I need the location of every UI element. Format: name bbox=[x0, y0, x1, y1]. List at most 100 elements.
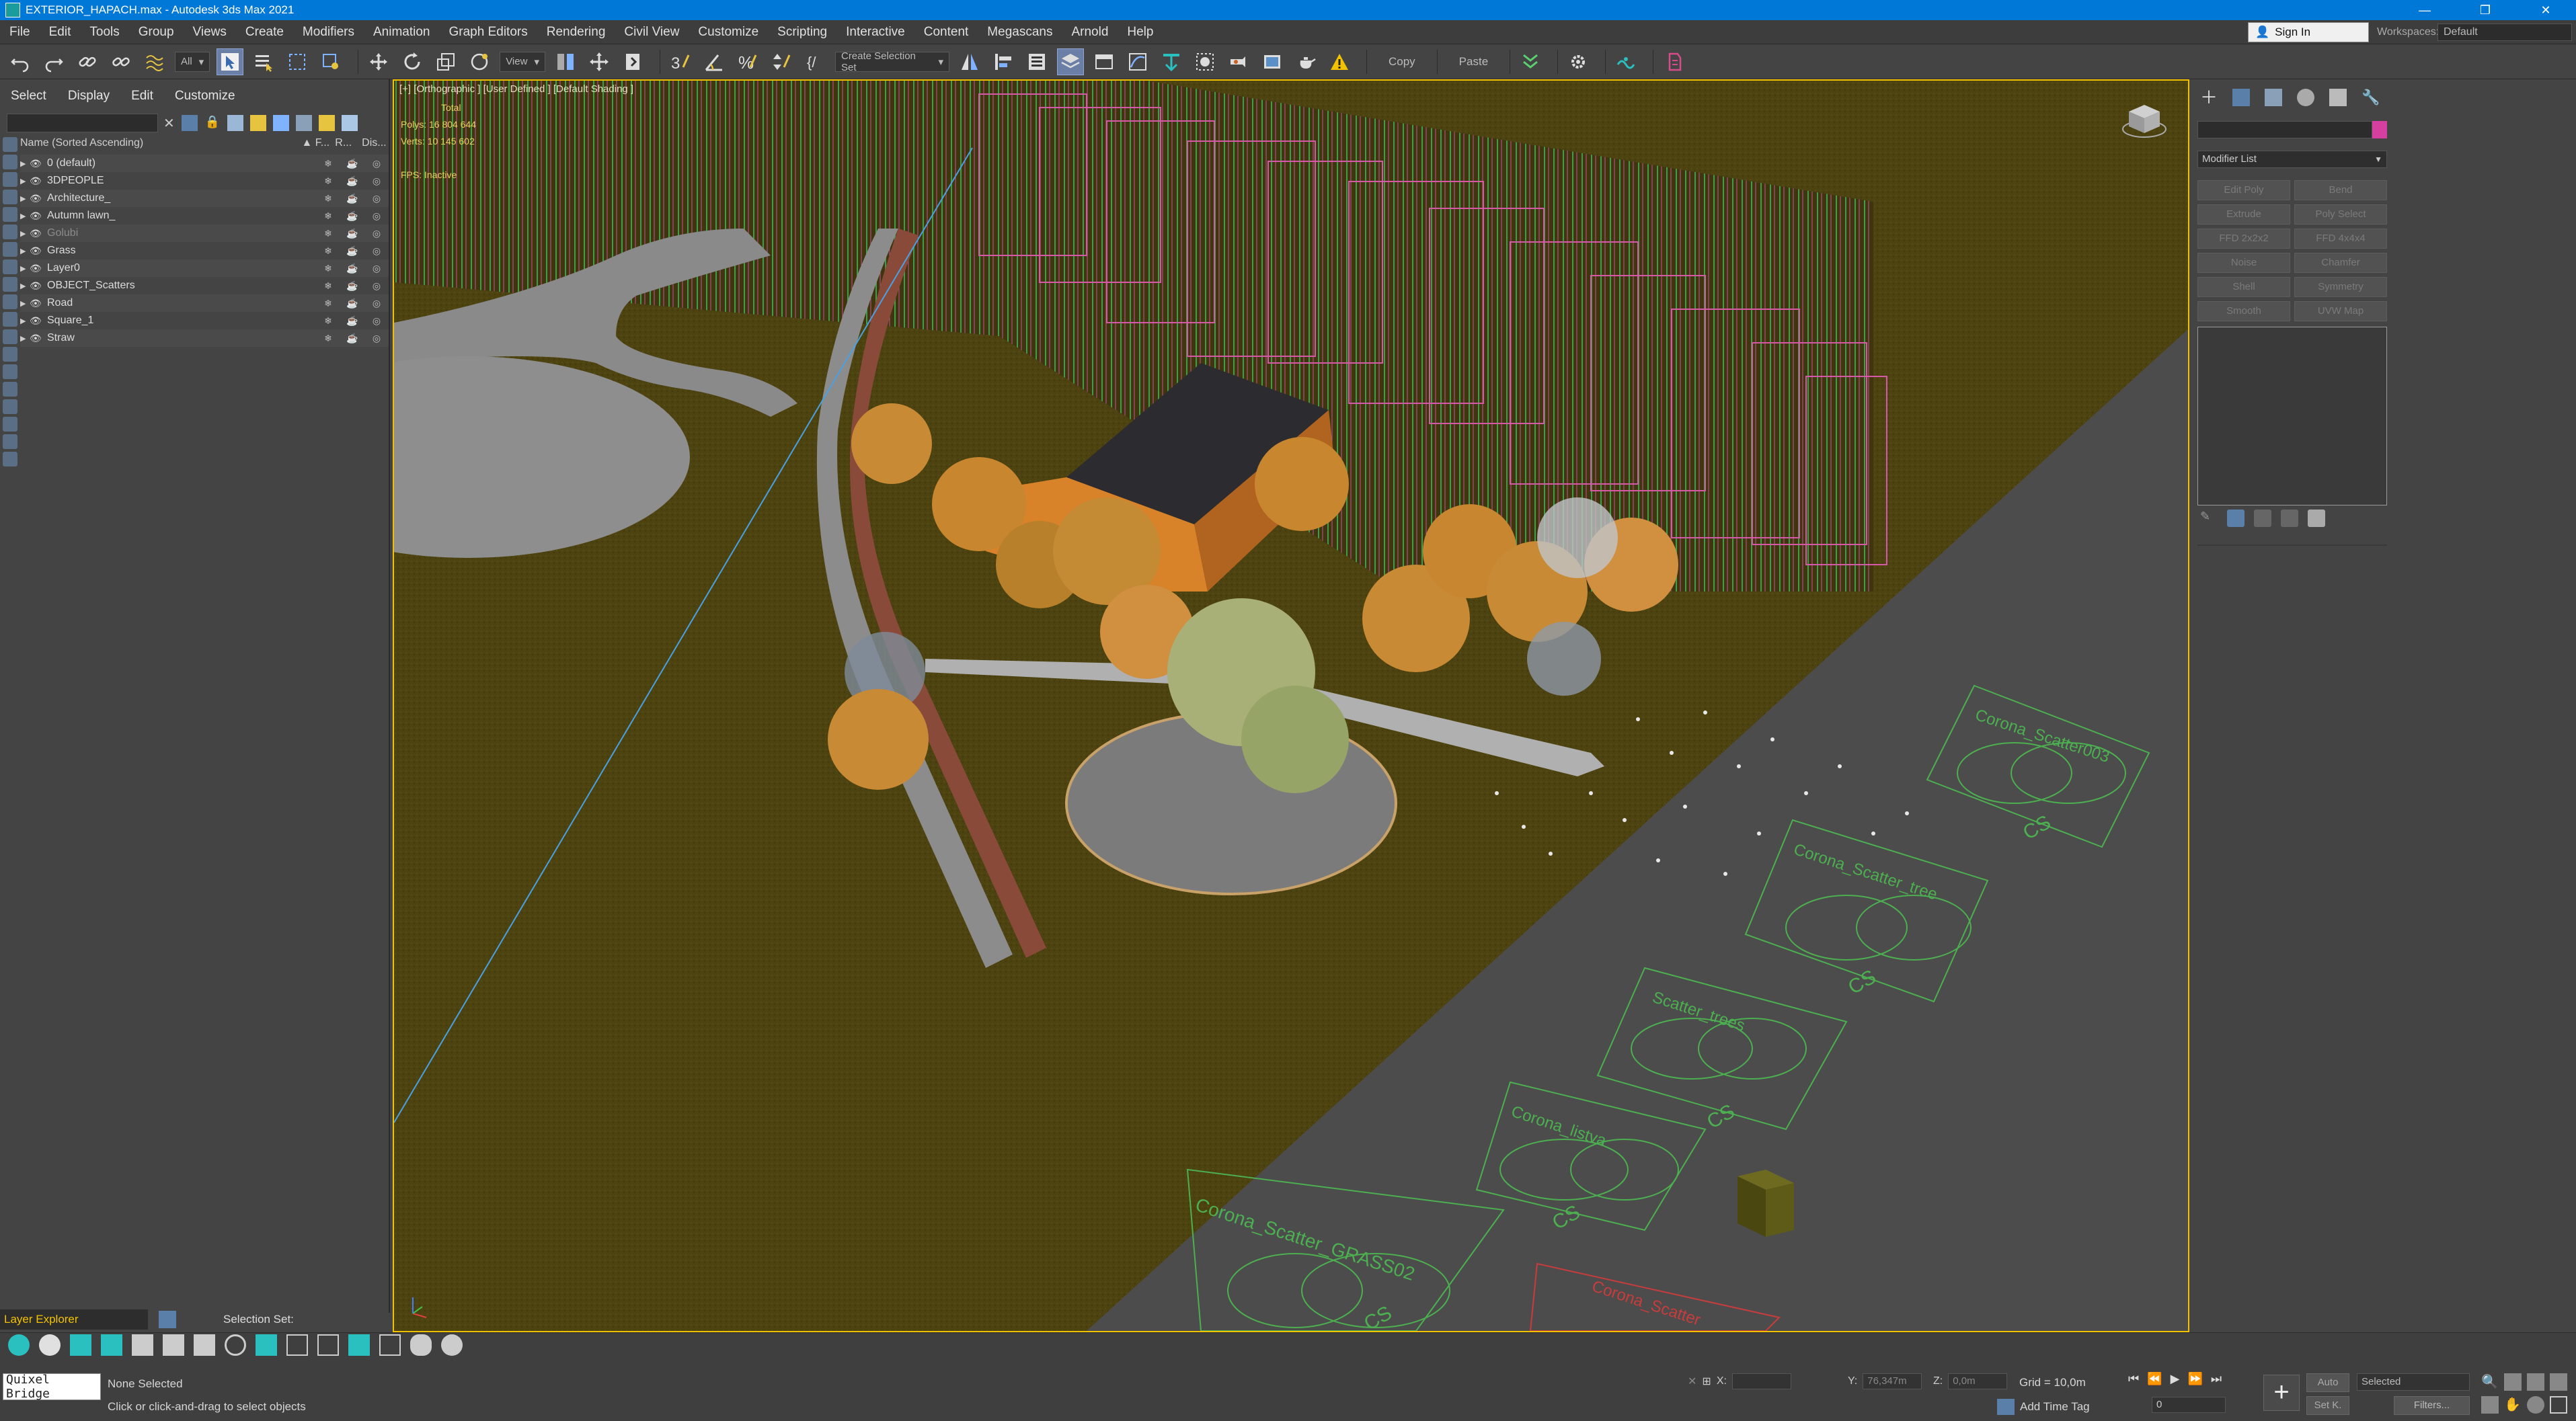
isolate-icon[interactable]: ✕ bbox=[1688, 1375, 1696, 1388]
modifier-button[interactable]: Noise bbox=[2197, 253, 2290, 273]
display-shapes-icon[interactable] bbox=[3, 155, 17, 169]
display-tab-icon[interactable] bbox=[2329, 89, 2347, 106]
render-toggle-icon[interactable]: ☕ bbox=[340, 280, 364, 292]
paste-button[interactable]: Paste bbox=[1444, 55, 1503, 69]
object-name-field[interactable] bbox=[2197, 121, 2372, 138]
frame-icon[interactable] bbox=[317, 1334, 339, 1356]
selection-filter-dropdown[interactable]: All ▾ bbox=[175, 51, 210, 72]
placement-button[interactable] bbox=[466, 48, 493, 75]
rendered-frame-window-button[interactable] bbox=[1259, 48, 1286, 75]
layer-row[interactable]: ▶ 👁 Architecture_ ❄ ☕ ◎ bbox=[20, 190, 389, 207]
show-end-result-icon[interactable] bbox=[2227, 510, 2245, 527]
key-filter-dropdown[interactable]: Selected bbox=[2357, 1373, 2470, 1391]
y-coordinate-field[interactable]: 76,347m bbox=[1863, 1373, 1922, 1389]
menu-interactive[interactable]: Interactive bbox=[836, 25, 914, 40]
menu-create[interactable]: Create bbox=[236, 25, 293, 40]
absolute-mode-icon[interactable]: ⊞ bbox=[1702, 1375, 1711, 1388]
pan-icon[interactable]: ✋ bbox=[2504, 1396, 2522, 1414]
copy-button[interactable]: Copy bbox=[1374, 55, 1430, 69]
layer-explorer-dropdown[interactable]: Layer Explorer bbox=[0, 1309, 148, 1330]
maximize-viewport-icon[interactable] bbox=[2550, 1396, 2567, 1414]
menu-arnold[interactable]: Arnold bbox=[1062, 25, 1118, 40]
viewcube-icon[interactable] bbox=[2121, 99, 2168, 140]
display-toggle-icon[interactable]: ◎ bbox=[364, 245, 389, 257]
window-crossing-button[interactable] bbox=[317, 48, 344, 75]
close-button[interactable]: ✕ bbox=[2515, 3, 2576, 17]
display-toggle-icon[interactable]: ◎ bbox=[364, 228, 389, 239]
render-toggle-icon[interactable]: ☕ bbox=[340, 175, 364, 187]
sync-icon[interactable] bbox=[341, 115, 358, 131]
maxscript-icon[interactable] bbox=[8, 1334, 30, 1356]
layer-row[interactable]: ▶ 👁 Layer0 ❄ ☕ ◎ bbox=[20, 259, 389, 277]
expand-arrow-icon[interactable]: ▶ bbox=[20, 317, 30, 325]
display-toggle-icon[interactable]: ◎ bbox=[364, 158, 389, 169]
toggle-scene-explorer-button[interactable] bbox=[1023, 48, 1050, 75]
expand-arrow-icon[interactable]: ▶ bbox=[20, 194, 30, 203]
modifier-button[interactable]: Chamfer bbox=[2294, 253, 2387, 273]
key-filters-button[interactable]: Filters... bbox=[2394, 1396, 2470, 1415]
menu-rendering[interactable]: Rendering bbox=[537, 25, 615, 40]
expand-arrow-icon[interactable]: ▶ bbox=[20, 177, 30, 186]
bind-space-warp-button[interactable] bbox=[141, 48, 168, 75]
z-coordinate-field[interactable]: 0,0m bbox=[1948, 1373, 2008, 1389]
modifier-list-dropdown[interactable]: Modifier List ▼ bbox=[2197, 151, 2387, 168]
configure-modifier-sets-icon[interactable] bbox=[2308, 510, 2325, 527]
menu-scripting[interactable]: Scripting bbox=[768, 25, 836, 40]
hierarchy-icon[interactable] bbox=[272, 115, 289, 131]
layer-explorer-toggle-icon[interactable] bbox=[159, 1311, 176, 1328]
expand-arrow-icon[interactable]: ▶ bbox=[20, 282, 30, 290]
modifier-stack[interactable] bbox=[2197, 327, 2387, 505]
rectangular-region-button[interactable] bbox=[284, 48, 311, 75]
workspaces-dropdown[interactable]: Default bbox=[2437, 24, 2572, 41]
column-name[interactable]: Name (Sorted Ascending) bbox=[20, 137, 301, 153]
menu-graph-editors[interactable]: Graph Editors bbox=[440, 25, 537, 40]
set-key-mode-button[interactable]: Set K. bbox=[2306, 1396, 2349, 1415]
display-cameras-icon[interactable] bbox=[3, 190, 17, 204]
freeze-icon[interactable]: ❄ bbox=[316, 280, 340, 292]
remove-modifier-icon[interactable] bbox=[2281, 510, 2298, 527]
plugin-button[interactable] bbox=[1660, 48, 1687, 75]
unlink-button[interactable] bbox=[108, 48, 134, 75]
expand-arrow-icon[interactable]: ▶ bbox=[20, 264, 30, 273]
render-toggle-icon[interactable]: ☕ bbox=[340, 158, 364, 169]
display-toggle-icon[interactable]: ◎ bbox=[364, 298, 389, 309]
layer-row[interactable]: ▶ 👁 0 (default) ❄ ☕ ◎ bbox=[20, 155, 389, 172]
display-influences-icon[interactable] bbox=[3, 417, 17, 432]
render-toggle-icon[interactable]: ☕ bbox=[340, 193, 364, 204]
auto-key-button[interactable]: Auto bbox=[2306, 1373, 2349, 1392]
collapse-icon[interactable] bbox=[3, 452, 17, 466]
modifier-button[interactable]: Edit Poly bbox=[2197, 180, 2290, 200]
menu-group[interactable]: Group bbox=[129, 25, 184, 40]
perspective-viewport[interactable]: Corona_Scatter_GRASS02 Corona_listva Sca… bbox=[393, 79, 2189, 1332]
freeze-icon[interactable]: ❄ bbox=[316, 333, 340, 344]
visibility-eye-icon[interactable]: 👁 bbox=[30, 210, 47, 222]
menu-file[interactable]: File bbox=[0, 25, 40, 40]
modifier-button[interactable]: UVW Map bbox=[2294, 301, 2387, 321]
pin-stack-icon[interactable]: ✎ bbox=[2200, 510, 2218, 527]
menu-civil-view[interactable]: Civil View bbox=[615, 25, 689, 40]
menu-tools[interactable]: Tools bbox=[80, 25, 128, 40]
select-by-name-button[interactable] bbox=[250, 48, 277, 75]
display-bones-icon[interactable] bbox=[3, 277, 17, 292]
scatter-tool-icon[interactable] bbox=[101, 1334, 122, 1356]
render-production-button[interactable] bbox=[1292, 48, 1319, 75]
render-icon[interactable] bbox=[256, 1334, 277, 1356]
current-frame-field[interactable]: 0 bbox=[2152, 1397, 2226, 1413]
menu-content[interactable]: Content bbox=[914, 25, 978, 40]
display-invert-icon[interactable] bbox=[3, 382, 17, 397]
visibility-eye-icon[interactable]: 👁 bbox=[30, 228, 47, 239]
render-toggle-icon[interactable]: ☕ bbox=[340, 210, 364, 222]
reference-coordinate-dropdown[interactable]: View ▾ bbox=[500, 51, 545, 72]
visibility-eye-icon[interactable]: 👁 bbox=[30, 315, 47, 327]
align-button[interactable] bbox=[990, 48, 1017, 75]
visibility-eye-icon[interactable]: 👁 bbox=[30, 175, 47, 187]
freeze-icon[interactable]: ❄ bbox=[316, 315, 340, 327]
go-to-start-icon[interactable]: ⏮ bbox=[2128, 1372, 2139, 1386]
zoom-all-icon[interactable] bbox=[2504, 1373, 2522, 1391]
render-toggle-icon[interactable]: ☕ bbox=[340, 263, 364, 274]
modifier-button[interactable]: Symmetry bbox=[2294, 277, 2387, 297]
redo-button[interactable] bbox=[40, 48, 67, 75]
go-to-end-icon[interactable]: ⏭ bbox=[2211, 1372, 2222, 1386]
light-icon[interactable] bbox=[39, 1334, 61, 1356]
tree-icon[interactable] bbox=[70, 1334, 91, 1356]
